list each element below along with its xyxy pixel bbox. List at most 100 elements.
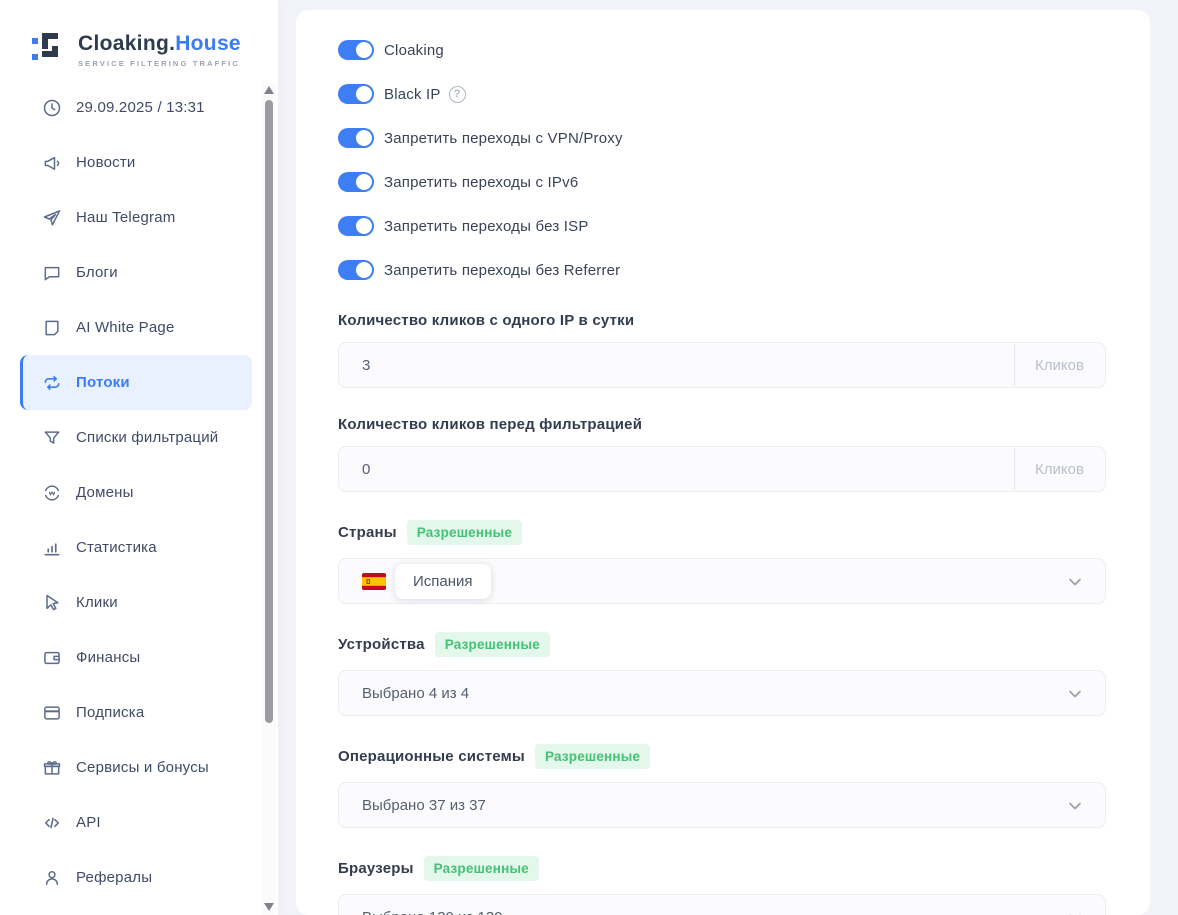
sidebar-item-clicks[interactable]: Клики [20, 575, 252, 630]
help-question-icon[interactable]: ? [448, 85, 466, 103]
sidebar-item-statistics[interactable]: Статистика [20, 520, 252, 575]
sidebar-item-services-bonuses[interactable]: Сервисы и бонусы [20, 740, 252, 795]
devices-label: Устройства [338, 636, 425, 653]
brand-name: Cloaking. [78, 32, 176, 55]
chat-bubble-icon [42, 263, 62, 283]
sidebar-item-label: Потоки [76, 374, 130, 391]
sidebar-item-label: Статистика [76, 539, 157, 556]
devices-select[interactable]: Выбрано 4 из 4 [338, 670, 1106, 716]
devices-allowed-badge: Разрешенные [434, 632, 550, 657]
sidebar-item-label: Подписка [76, 704, 145, 721]
gift-icon [42, 758, 62, 778]
clicks-before-filter-input[interactable] [362, 460, 962, 478]
countries-label: Страны [338, 524, 397, 541]
clicks-per-ip-field: Кликов [338, 342, 1106, 388]
sidebar-item-news[interactable]: Новости [20, 135, 252, 190]
browsers-select-value: Выбрано 130 из 130 [362, 909, 503, 915]
sidebar-item-label: Новости [76, 154, 136, 171]
toggle-label: Запретить переходы без Referrer [384, 261, 621, 279]
logo-text: Cloaking.House SERVICE FILTERING TRAFFIC [78, 32, 241, 68]
toggle-row-cloaking: Cloaking [338, 40, 1106, 60]
bar-chart-icon [42, 538, 62, 558]
devices-label-row: Устройства Разрешенные [338, 632, 1106, 657]
countries-select[interactable]: Испания [338, 558, 1106, 604]
os-allowed-badge: Разрешенные [534, 744, 651, 769]
toggle-label: Запретить переходы с IPv6 [384, 173, 579, 191]
toggle-label: Cloaking [384, 41, 444, 59]
sidebar-item-label: Финансы [76, 649, 141, 666]
os-select[interactable]: Выбрано 37 из 37 [338, 782, 1106, 828]
clicks-unit-suffix: Кликов [1014, 448, 1104, 490]
sidebar-item-finance[interactable]: Финансы [20, 630, 252, 685]
toggle-label: Запретить переходы с VPN/Proxy [384, 129, 623, 147]
clicks-per-ip-input[interactable] [362, 356, 962, 374]
wallet-icon [42, 648, 62, 668]
country-chip-wrap: Испания [362, 563, 491, 599]
logo[interactable]: Cloaking.House SERVICE FILTERING TRAFFIC [0, 0, 278, 80]
devices-select-value: Выбрано 4 из 4 [362, 684, 470, 702]
sidebar-item-domains[interactable]: Домены [20, 465, 252, 520]
browsers-label: Браузеры [338, 860, 414, 877]
sidebar-scrollbar[interactable] [262, 82, 276, 915]
os-select-value: Выбрано 37 из 37 [362, 796, 486, 814]
selected-country-chip[interactable]: Испания [395, 563, 491, 599]
toggle-row-referrer: Запретить переходы без Referrer [338, 260, 1106, 280]
person-icon [42, 868, 62, 888]
ipv6-toggle[interactable] [338, 172, 374, 192]
isp-toggle[interactable] [338, 216, 374, 236]
cloaking-house-logo-icon [30, 29, 68, 72]
toggle-row-ipv6: Запретить переходы с IPv6 [338, 172, 1106, 192]
chevron-down-icon [1067, 686, 1083, 706]
sidebar-item-label: Наш Telegram [76, 209, 176, 226]
datetime-label: 29.09.2025 / 13:31 [76, 99, 205, 116]
logo-subtitle: SERVICE FILTERING TRAFFIC [78, 59, 240, 68]
sidebar-item-streams[interactable]: Потоки [20, 355, 252, 410]
vpn-proxy-toggle[interactable] [338, 128, 374, 148]
sidebar: Cloaking.House SERVICE FILTERING TRAFFIC… [0, 0, 278, 915]
toggle-row-black-ip: Black IP ? [338, 84, 1106, 104]
page-icon [42, 318, 62, 338]
browsers-select[interactable]: Выбрано 130 из 130 [338, 894, 1106, 915]
paper-plane-icon [42, 208, 62, 228]
browsers-allowed-badge: Разрешенные [423, 856, 539, 881]
sidebar-item-label: Клики [76, 594, 118, 611]
sidebar-item-label: Списки фильтраций [76, 429, 219, 446]
scroll-up-arrow-icon[interactable] [264, 86, 274, 94]
chevron-down-icon [1067, 798, 1083, 818]
brand-name-accent: House [175, 32, 241, 55]
repeat-icon [42, 373, 62, 393]
browsers-label-row: Браузеры Разрешенные [338, 856, 1106, 881]
chevron-down-icon [1067, 910, 1083, 915]
os-label: Операционные системы [338, 748, 525, 765]
cloaking-toggle[interactable] [338, 40, 374, 60]
sidebar-nav: 29.09.2025 / 13:31 Новости Наш Telegram [0, 80, 262, 905]
sidebar-item-label: API [76, 814, 101, 831]
clicks-before-filter-label: Количество кликов перед фильтрацией [338, 416, 643, 433]
sidebar-item-label: Сервисы и бонусы [76, 759, 209, 776]
sidebar-item-ai-white-page[interactable]: AI White Page [20, 300, 252, 355]
countries-label-row: Страны Разрешенные [338, 520, 1106, 545]
sidebar-item-label: Домены [76, 484, 134, 501]
spain-flag-icon [362, 572, 386, 590]
code-icon [42, 813, 62, 833]
sidebar-item-label: Блоги [76, 264, 118, 281]
credit-card-icon [42, 703, 62, 723]
os-label-row: Операционные системы Разрешенные [338, 744, 1106, 769]
cursor-icon [42, 593, 62, 613]
sidebar-item-label: AI White Page [76, 319, 175, 336]
clicks-before-filter-field: Кликов [338, 446, 1106, 492]
scroll-down-arrow-icon[interactable] [264, 903, 274, 911]
stream-settings-panel: Cloaking Black IP ? Запретить переходы с… [296, 10, 1150, 915]
black-ip-toggle[interactable] [338, 84, 374, 104]
funnel-icon [42, 428, 62, 448]
sidebar-item-referrals[interactable]: Рефералы [20, 850, 252, 905]
scrollbar-thumb[interactable] [265, 100, 273, 723]
sidebar-item-subscription[interactable]: Подписка [20, 685, 252, 740]
sidebar-item-filter-lists[interactable]: Списки фильтраций [20, 410, 252, 465]
megaphone-icon [42, 153, 62, 173]
sidebar-item-telegram[interactable]: Наш Telegram [20, 190, 252, 245]
sidebar-item-blogs[interactable]: Блоги [20, 245, 252, 300]
referrer-toggle[interactable] [338, 260, 374, 280]
sidebar-item-api[interactable]: API [20, 795, 252, 850]
clicks-per-ip-label: Количество кликов с одного IP в сутки [338, 312, 635, 329]
